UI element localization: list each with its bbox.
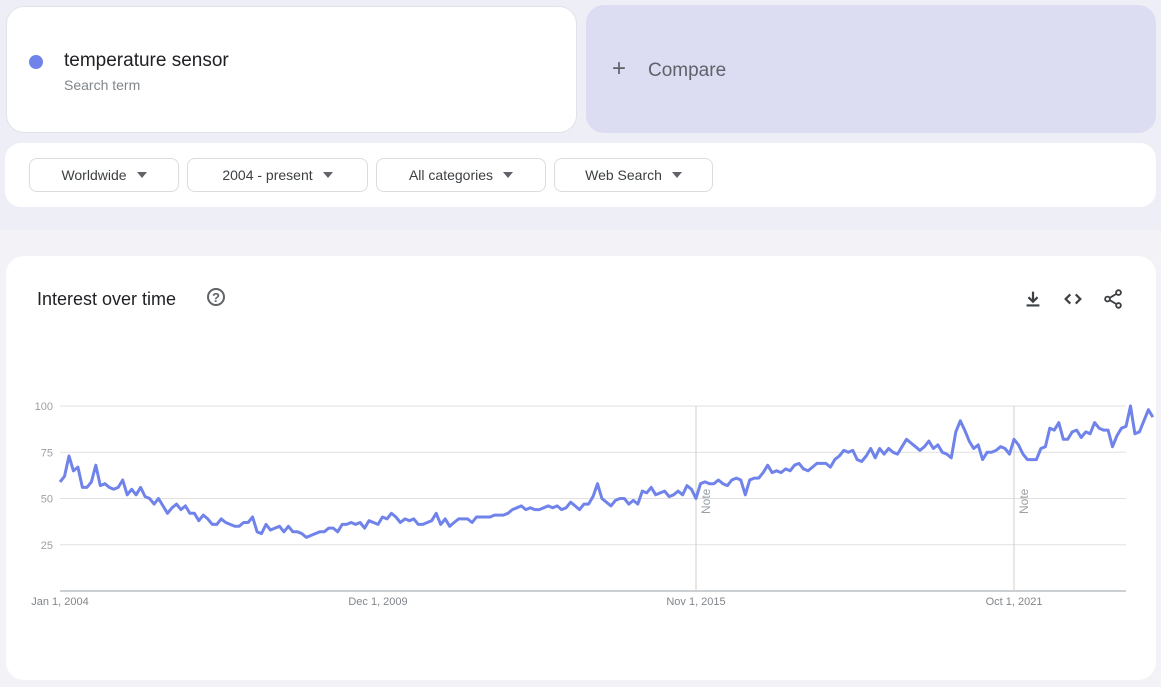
x-tick-label: Nov 1, 2015 bbox=[666, 596, 725, 608]
x-tick-label: Oct 1, 2021 bbox=[986, 596, 1043, 608]
x-tick-label: Jan 1, 2004 bbox=[31, 596, 89, 608]
annotation-label: Note bbox=[699, 488, 713, 514]
annotation-label: Note bbox=[1017, 488, 1031, 514]
y-tick-label: 100 bbox=[35, 401, 53, 413]
y-tick-label: 25 bbox=[41, 540, 53, 552]
interest-chart[interactable]: 25 50 75 100 Note Note Jan 1, 2004 Dec 1, 2009 N… bbox=[0, 0, 1161, 687]
x-tick-label: Dec 1, 2009 bbox=[348, 596, 407, 608]
y-tick-label: 75 bbox=[41, 447, 53, 459]
y-tick-label: 50 bbox=[41, 494, 53, 506]
series-line bbox=[58, 404, 1155, 539]
